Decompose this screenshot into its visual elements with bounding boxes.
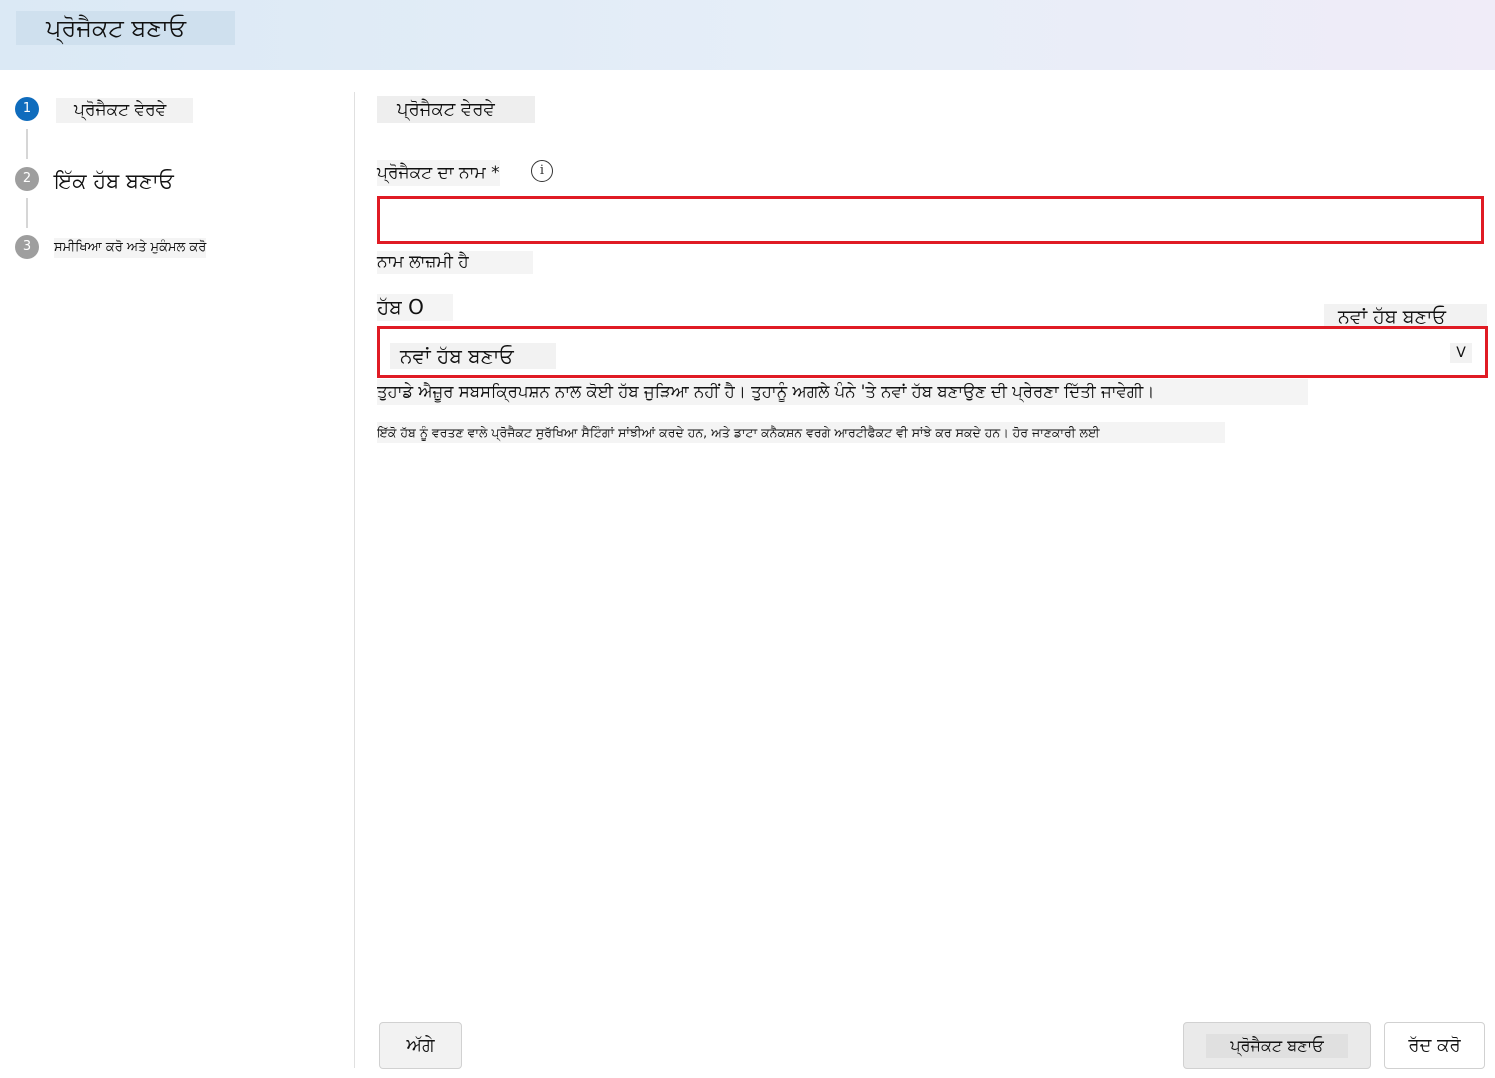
hub-dropdown-value: ਨਵਾਂ ਹੱਬ ਬਣਾਓ [390, 343, 556, 369]
step-3-label[interactable]: ਸਮੀਖਿਆ ਕਰੋ ਅਤੇ ਮੁਕੰਮਲ ਕਰੋ [54, 238, 207, 258]
project-name-label: ਪ੍ਰੋਜੈਕਟ ਦਾ ਨਾਮ * [377, 160, 500, 186]
step-1-indicator: 1 [15, 97, 39, 121]
wizard-steps [0, 70, 354, 1078]
project-name-input[interactable] [377, 196, 1484, 244]
next-button[interactable]: ਅੱਗੇ [379, 1022, 462, 1069]
cancel-button[interactable]: ਰੱਦ ਕਰੋ [1384, 1022, 1485, 1069]
hub-help-text: ਤੁਹਾਡੇ ਐਜ਼ੂਰ ਸਬਸਕ੍ਰਿਪਸ਼ਨ ਨਾਲ ਕੋਈ ਹੱਬ ਜੁੜ… [377, 379, 1308, 405]
hub-dropdown[interactable]: ਨਵਾਂ ਹੱਬ ਬਣਾਓ V [377, 326, 1488, 378]
chevron-down-icon: V [1450, 343, 1472, 363]
section-title: ਪ੍ਰੋਜੈਕਟ ਵੇਰਵੇ [377, 96, 535, 123]
dialog-title: ਪ੍ਰੋਜੈਕਟ ਬਣਾਓ [16, 11, 235, 45]
step-1-label[interactable]: ਪ੍ਰੋਜੈਕਟ ਵੇਰਵੇ [56, 98, 193, 123]
create-project-label: ਪ੍ਰੋਜੈਕਟ ਬਣਾਓ [1206, 1033, 1348, 1058]
hub-info-text: ਇੱਕੋ ਹੱਬ ਨੂੰ ਵਰਤਣ ਵਾਲੇ ਪ੍ਰੋਜੈਕਟ ਸੁਰੱਖਿਆ … [377, 422, 1225, 443]
step-2-indicator: 2 [15, 167, 39, 191]
panel-divider [354, 92, 355, 1068]
name-error-message: ਨਾਮ ਲਾਜ਼ਮੀ ਹੈ [377, 251, 533, 274]
step-3-indicator: 3 [15, 235, 39, 259]
info-icon[interactable]: i [531, 160, 553, 182]
hub-label: ਹੱਬ O [377, 294, 453, 321]
dialog-header: ਪ੍ਰੋਜੈਕਟ ਬਣਾਓ [0, 0, 1495, 70]
step-connector [26, 129, 28, 159]
create-project-button[interactable]: ਪ੍ਰੋਜੈਕਟ ਬਣਾਓ [1183, 1022, 1371, 1069]
step-connector [26, 198, 28, 228]
step-2-label[interactable]: ਇੱਕ ਹੱਬ ਬਣਾਓ [54, 166, 174, 196]
